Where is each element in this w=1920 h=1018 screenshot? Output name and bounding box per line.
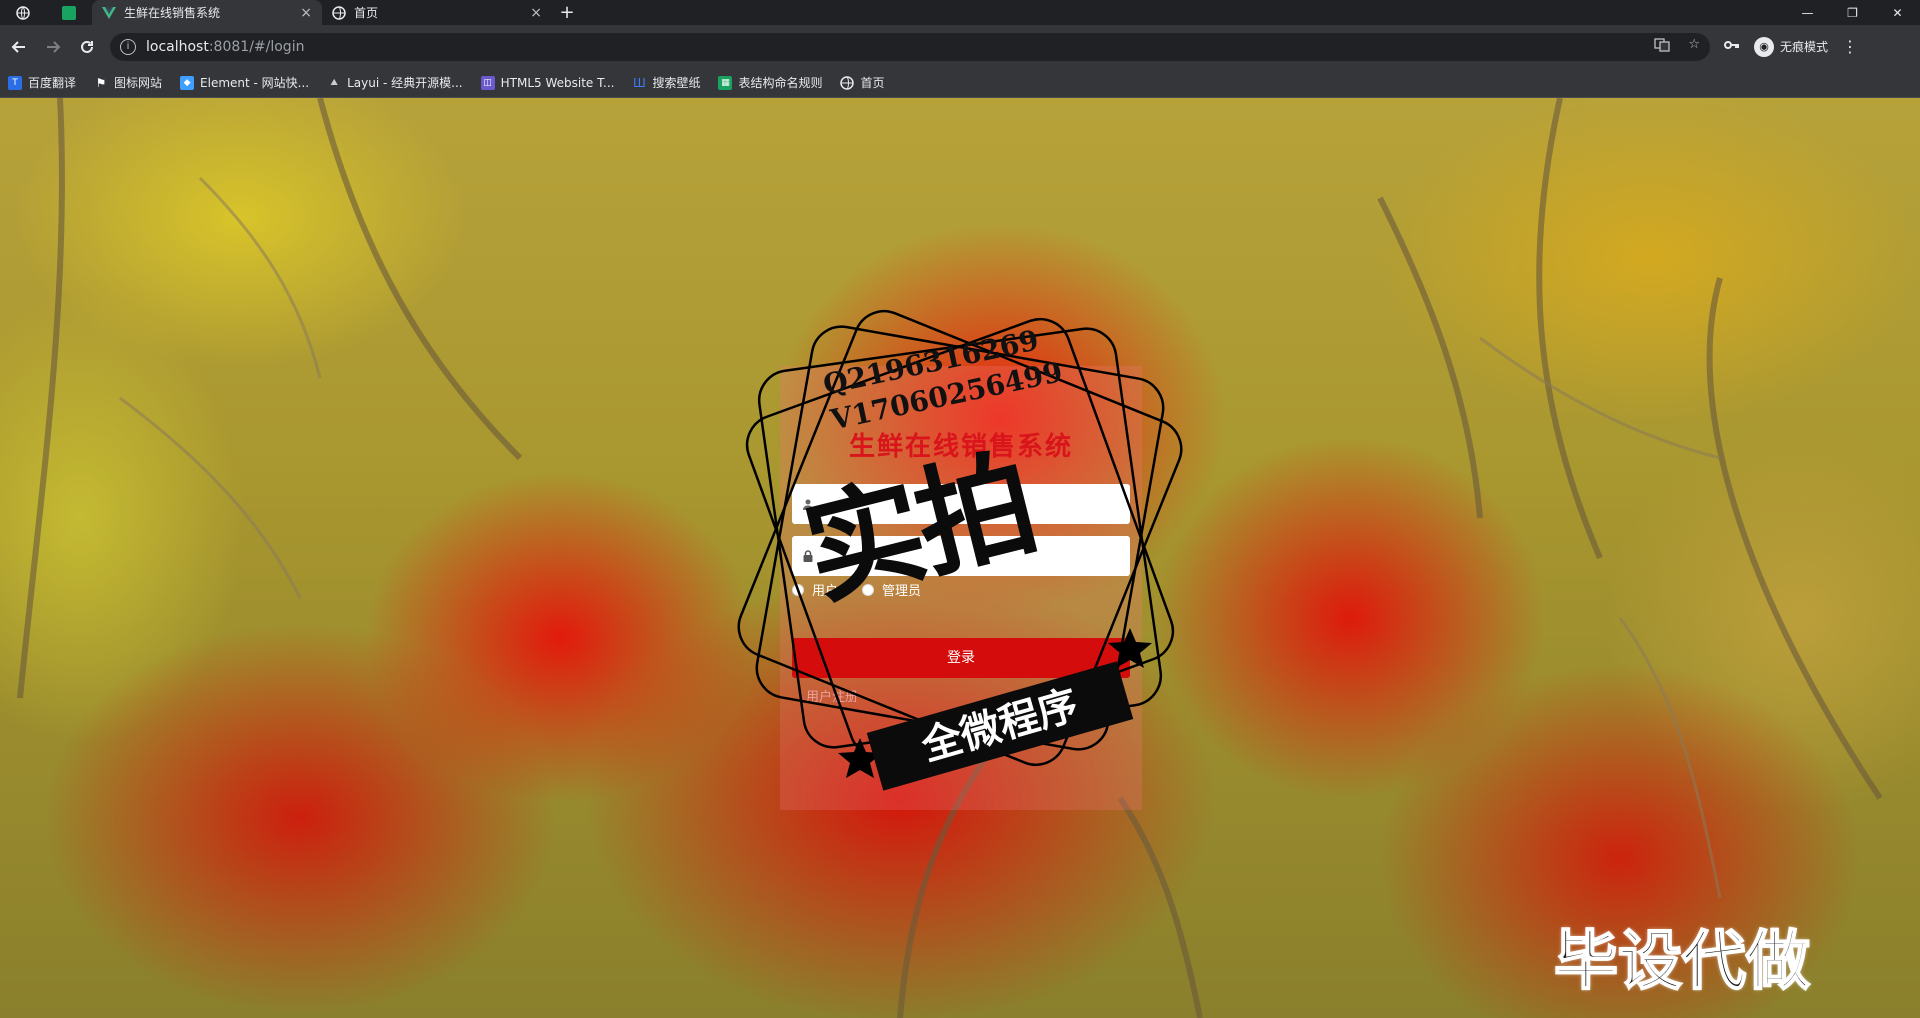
bookmark-item[interactable]: 首页 <box>840 74 885 91</box>
url-path: :8081/#/login <box>208 38 305 55</box>
back-button[interactable] <box>4 32 34 62</box>
new-tab-button[interactable]: + <box>552 0 582 25</box>
globe-icon <box>16 5 30 20</box>
corner-watermark: 毕设代做 <box>1553 924 1811 1000</box>
html5-template-icon: ◫ <box>480 75 495 90</box>
bookmark-label: 表结构命名规则 <box>738 76 823 90</box>
tab-search-button[interactable] <box>0 0 46 25</box>
tab-strip: 生鲜在线销售系统 × 首页 × + — ❐ ✕ <box>0 0 1920 25</box>
minimize-icon[interactable]: — <box>1785 0 1830 25</box>
bookmark-item[interactable]: ◫ HTML5 Website T... <box>480 75 615 90</box>
bookmarks-bar: T 百度翻译 ⚑ 图标网站 ◆ Element - 网站快... ⛰ Layui… <box>0 68 1920 98</box>
bookmark-label: 百度翻译 <box>28 76 77 90</box>
bookmark-label: 首页 <box>860 76 885 90</box>
close-icon[interactable]: × <box>300 5 312 21</box>
address-bar[interactable]: i localhost:8081/#/login ☆ <box>110 32 1710 61</box>
bookmark-label: Element - 网站快... <box>200 76 310 90</box>
bookmark-item[interactable]: T 百度翻译 <box>8 74 76 91</box>
profile-button[interactable]: ◉ 无痕模式 <box>1754 36 1829 57</box>
tab-active[interactable]: 生鲜在线销售系统 × <box>92 0 322 25</box>
menu-icon[interactable]: ⋮ <box>1842 37 1858 56</box>
arrow-right-icon <box>47 40 61 53</box>
wallpaper-icon: Ш <box>633 75 646 90</box>
reload-icon <box>81 40 93 53</box>
tab-title: 生鲜在线销售系统 <box>124 6 221 20</box>
profile-label: 无痕模式 <box>1780 40 1829 54</box>
bookmark-item[interactable]: ⛰ Layui - 经典开源模... <box>327 74 462 91</box>
restore-icon[interactable]: ❐ <box>1830 0 1875 25</box>
key-icon[interactable] <box>1724 39 1740 54</box>
baidu-translate-icon: T <box>8 75 22 90</box>
reload-button[interactable] <box>72 32 102 62</box>
url-host: localhost <box>146 38 209 55</box>
bookmark-item[interactable]: Ш 搜索壁纸 <box>632 74 700 91</box>
star-icon[interactable]: ☆ <box>1688 37 1700 57</box>
bookmark-item[interactable]: ⚑ 图标网站 <box>94 74 162 91</box>
bookmark-label: Layui - 经典开源模... <box>347 76 463 90</box>
info-icon[interactable]: i <box>120 38 136 55</box>
layui-icon: ⛰ <box>330 77 338 88</box>
translate-icon[interactable] <box>1654 37 1670 57</box>
arrow-left-icon <box>11 40 25 53</box>
forward-button[interactable] <box>38 32 68 62</box>
tab-home[interactable]: 首页 × <box>322 0 552 25</box>
sheet-icon <box>62 5 76 20</box>
bookmark-label: HTML5 Website T... <box>500 75 615 90</box>
bookmark-item[interactable]: ▦ 表结构命名规则 <box>718 74 822 91</box>
close-window-icon[interactable]: ✕ <box>1875 0 1920 25</box>
globe-icon <box>840 75 855 90</box>
window-controls: — ❐ ✕ <box>1785 0 1920 25</box>
radio-icon[interactable] <box>792 583 804 596</box>
bookmark-label: 图标网站 <box>114 76 163 90</box>
browser-toolbar: i localhost:8081/#/login ☆ ◉ 无痕模式 ⋮ <box>0 25 1920 68</box>
bookmark-item[interactable]: ◆ Element - 网站快... <box>180 74 309 91</box>
tab-title: 首页 <box>354 6 379 20</box>
login-page-background: 生鲜在线销售系统 用户 管理员 登录 用户注册 Q2196316269 V170… <box>0 98 1920 1018</box>
element-icon: ◆ <box>180 75 195 90</box>
bookmark-label: 搜索壁纸 <box>652 76 701 90</box>
sheet-icon: ▦ <box>718 75 733 90</box>
flag-icon: ⚑ <box>95 75 107 90</box>
globe-icon <box>332 5 346 20</box>
incognito-icon: ◉ <box>1754 36 1774 57</box>
close-icon[interactable]: × <box>530 5 542 21</box>
pinned-tab[interactable] <box>46 0 92 25</box>
vue-logo-icon <box>102 6 116 19</box>
register-link[interactable]: 用户注册 <box>806 686 858 705</box>
